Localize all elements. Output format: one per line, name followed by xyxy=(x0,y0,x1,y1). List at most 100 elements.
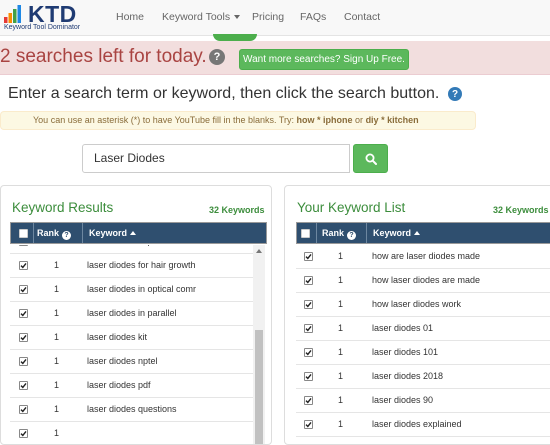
row-checkbox[interactable] xyxy=(304,276,313,285)
logo-tagline: Keyword Tool Dominator xyxy=(4,24,81,31)
row-checkbox[interactable] xyxy=(19,309,28,318)
rank-column-header[interactable]: Rank? xyxy=(37,228,72,240)
table-row[interactable]: 1 laser diodes in parallel xyxy=(10,302,253,326)
table-row[interactable]: 1 laser diodes pdf xyxy=(10,374,253,398)
keyword-cell: how laser diodes work xyxy=(372,299,462,309)
keyword-results-panel: Keyword Results 32 Keywords Rank? Keywor… xyxy=(0,185,272,445)
row-checkbox[interactable] xyxy=(19,333,28,342)
rank-cell: 1 xyxy=(338,251,344,261)
table-row[interactable]: 1 laser diodes 01 xyxy=(296,317,550,341)
help-icon[interactable]: ? xyxy=(62,231,72,240)
row-checkbox[interactable] xyxy=(19,285,28,294)
keyword-list-count: 32 Keywords xyxy=(493,205,549,215)
row-checkbox[interactable] xyxy=(19,245,28,246)
row-checkbox[interactable] xyxy=(19,261,28,270)
check-icon xyxy=(20,310,27,317)
column-divider xyxy=(82,223,83,243)
table-row[interactable]: 1 laser diodes questions xyxy=(10,398,253,422)
row-checkbox[interactable] xyxy=(304,300,313,309)
table-row[interactable]: 1 laser diodes nptel xyxy=(10,350,253,374)
nav-faqs[interactable]: FAQs xyxy=(300,11,326,23)
check-icon xyxy=(20,286,27,293)
scrollbar-thumb[interactable] xyxy=(255,330,263,444)
keyword-cell: laser diodes in optical comr xyxy=(87,284,197,294)
row-checkbox[interactable] xyxy=(19,357,28,366)
rank-cell: 1 xyxy=(54,260,60,270)
check-icon xyxy=(20,406,27,413)
row-checkbox[interactable] xyxy=(304,420,313,429)
keyword-cell: laser diodes explained xyxy=(372,419,462,429)
table-row[interactable]: 1 laser diodes for hair growth xyxy=(10,254,253,278)
scrollbar[interactable] xyxy=(253,245,265,444)
row-checkbox[interactable] xyxy=(304,372,313,381)
nav-pricing[interactable]: Pricing xyxy=(252,11,284,23)
help-icon[interactable]: ? xyxy=(347,231,357,240)
help-icon[interactable]: ? xyxy=(448,87,462,101)
table-row[interactable]: 1 laser diodes 2018 xyxy=(296,365,550,389)
table-row[interactable]: 1 laser diodes kit xyxy=(10,326,253,350)
table-row[interactable]: 1 how are laser diodes made xyxy=(296,245,550,269)
rank-cell: 1 xyxy=(338,371,344,381)
scroll-up-icon[interactable] xyxy=(256,249,262,253)
keyword-cell: laser diodes 90 xyxy=(372,395,434,405)
table-row[interactable]: 1 laser diodes in optical comr xyxy=(10,278,253,302)
row-checkbox[interactable] xyxy=(304,324,313,333)
keyword-column-header[interactable]: Keyword xyxy=(373,228,421,238)
row-checkbox[interactable] xyxy=(304,252,313,261)
keyword-list-panel: Your Keyword List 32 Keywords Rank? Keyw… xyxy=(284,185,550,445)
select-all-checkbox[interactable] xyxy=(301,229,310,238)
rank-cell: 1 xyxy=(54,308,60,318)
row-checkbox[interactable] xyxy=(304,348,313,357)
select-all-checkbox[interactable] xyxy=(19,229,28,238)
table-row[interactable]: 1 how laser diodes are made xyxy=(296,269,550,293)
rank-column-header[interactable]: Rank? xyxy=(322,228,357,240)
sort-asc-icon xyxy=(130,231,137,235)
table-row[interactable]: 1 laser diodes explained xyxy=(296,413,550,437)
keyword-cell: laser diodes nptel xyxy=(87,356,158,366)
row-checkbox[interactable] xyxy=(304,396,313,405)
keyword-list-title: Your Keyword List xyxy=(297,200,406,215)
list-table-body: 1 how are laser diodes made 1 how laser dio… xyxy=(296,245,550,444)
keyword-header-label: Keyword xyxy=(89,228,128,238)
table-row[interactable]: 1 how laser diodes work xyxy=(296,293,550,317)
rank-cell: 1 xyxy=(338,419,344,429)
keyword-header-label: Keyword xyxy=(373,228,412,238)
help-icon[interactable]: ? xyxy=(209,49,225,65)
keyword-cell: laser diodes in parallel xyxy=(87,308,177,318)
nav-home[interactable]: Home xyxy=(116,11,144,23)
keyword-results-count: 32 Keywords xyxy=(209,205,265,215)
column-divider xyxy=(33,223,34,243)
search-input[interactable]: Laser Diodes xyxy=(82,144,350,173)
keyword-cell: how laser diodes are made xyxy=(372,275,481,285)
column-divider xyxy=(366,223,367,243)
search-button[interactable] xyxy=(353,144,388,173)
table-row[interactable]: 1 laser diodes explained xyxy=(10,245,253,254)
caret-down-icon xyxy=(234,15,241,20)
rank-cell: 1 xyxy=(54,356,60,366)
signup-free-button[interactable]: Want more searches? Sign Up Free. xyxy=(239,49,409,70)
row-checkbox[interactable] xyxy=(19,405,28,414)
nav-contact[interactable]: Contact xyxy=(344,11,380,23)
asterisk-hint: You can use an asterisk (*) to have YouT… xyxy=(0,111,476,130)
logo[interactable]: KTD Keyword Tool Dominator xyxy=(2,1,102,34)
bar-chart-logo-icon xyxy=(4,5,21,23)
rank-cell: 1 xyxy=(54,404,60,414)
results-table-body: 1 laser diodes explained 1 laser diodes for… xyxy=(10,245,267,444)
nav-keyword-tools[interactable]: Keyword Tools xyxy=(162,11,241,23)
nav-keyword-tools-label: Keyword Tools xyxy=(162,11,231,23)
keyword-cell: laser diodes questions xyxy=(87,404,177,414)
sort-asc-icon xyxy=(414,231,421,235)
hint-example-2: diy * kitchen xyxy=(365,115,419,125)
keyword-column-header[interactable]: Keyword xyxy=(89,228,137,238)
check-icon xyxy=(305,397,312,404)
check-icon xyxy=(305,373,312,380)
rank-cell: 1 xyxy=(338,347,344,357)
row-checkbox[interactable] xyxy=(19,381,28,390)
keyword-cell: laser diodes 2018 xyxy=(372,371,444,381)
instruction-text: Enter a search term or keyword, then cli… xyxy=(8,85,440,102)
table-row[interactable]: 1 laser diodes 90 xyxy=(296,389,550,413)
table-row[interactable]: 1 laser diodes 101 xyxy=(296,341,550,365)
keyword-cell: laser diodes for hair growth xyxy=(87,260,196,270)
hint-or: or xyxy=(355,115,364,125)
keyword-cell: laser diodes kit xyxy=(87,332,148,342)
